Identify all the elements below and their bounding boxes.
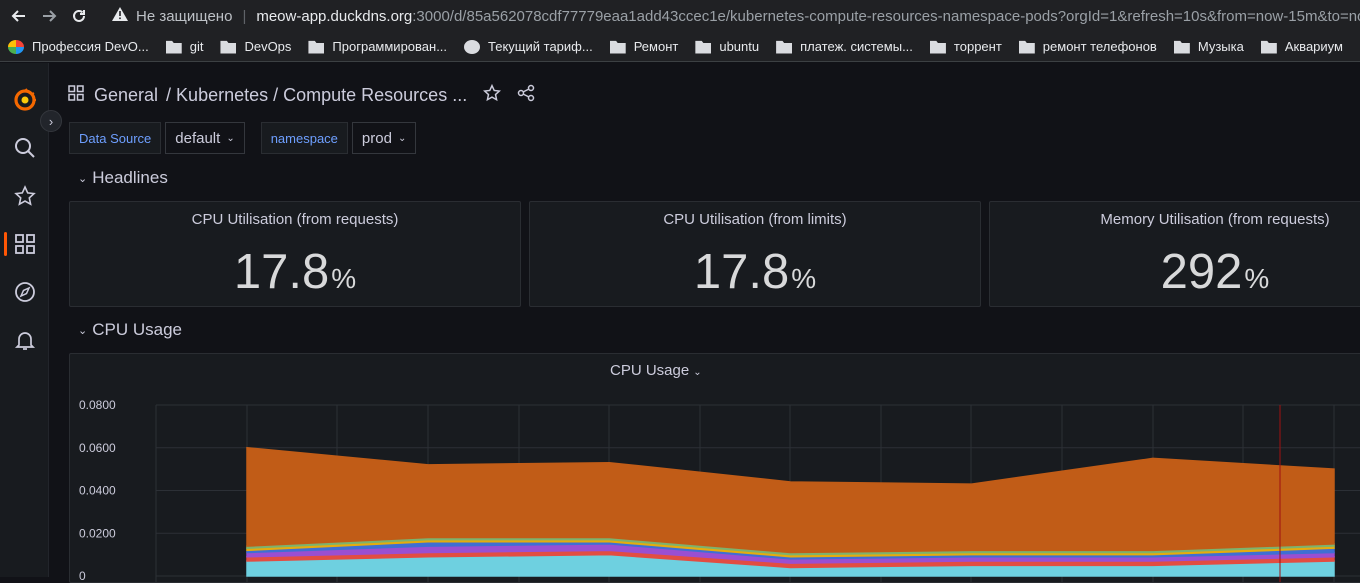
stat-value: 17.8% bbox=[70, 244, 520, 300]
stat-number: 292 bbox=[1161, 245, 1243, 299]
row-headlines[interactable]: ⌄ Headlines bbox=[78, 168, 168, 188]
stat-title: CPU Utilisation (from limits) bbox=[530, 211, 980, 228]
namespace-select[interactable]: prod ⌄ bbox=[352, 122, 416, 154]
bookmark-label: Текущий тариф... bbox=[488, 39, 593, 54]
bookmark-item[interactable]: DevOps bbox=[220, 39, 291, 54]
bookmark-item[interactable]: Ремонт bbox=[610, 39, 679, 54]
stat-panel-memory-requests[interactable]: Memory Utilisation (from requests) 292% bbox=[989, 201, 1360, 307]
side-menu bbox=[0, 63, 49, 577]
bookmark-label: DevOps bbox=[244, 39, 291, 54]
folder-icon bbox=[166, 40, 182, 54]
bookmark-label: Ремонт bbox=[634, 39, 679, 54]
insecure-label: Не защищено bbox=[136, 8, 232, 25]
favorite-star-icon[interactable] bbox=[483, 84, 501, 107]
bookmark-label: платеж. системы... bbox=[800, 39, 913, 54]
dashboard-grid-icon bbox=[68, 85, 84, 106]
row-title-headlines: Headlines bbox=[92, 168, 168, 188]
row-title-cpu-usage: CPU Usage bbox=[92, 320, 182, 340]
folder-icon bbox=[695, 40, 711, 54]
folder-icon bbox=[220, 40, 236, 54]
back-arrow-icon[interactable] bbox=[4, 0, 34, 32]
browser-address-bar: Не защищено | meow-app.duckdns.org:3000/… bbox=[0, 0, 1360, 32]
stat-number: 17.8 bbox=[234, 245, 329, 299]
stat-number: 17.8 bbox=[694, 245, 789, 299]
globe-icon bbox=[464, 40, 480, 54]
bookmark-label: торрент bbox=[954, 39, 1002, 54]
chevron-down-icon: ⌄ bbox=[78, 324, 87, 337]
star-icon[interactable] bbox=[12, 183, 37, 208]
cpu-usage-chart: 0.0800 0.0600 0.0400 0.0200 0 bbox=[70, 354, 1360, 583]
stat-title: CPU Utilisation (from requests) bbox=[70, 211, 520, 228]
folder-icon bbox=[930, 40, 946, 54]
bookmark-item[interactable]: ремонт телефонов bbox=[1019, 39, 1157, 54]
separator: | bbox=[242, 8, 246, 25]
y-tick-label: 0 bbox=[79, 569, 86, 583]
chevron-down-icon: ⌄ bbox=[226, 133, 234, 144]
bookmark-item[interactable]: git bbox=[166, 39, 204, 54]
chevron-down-icon: ⌄ bbox=[78, 172, 87, 185]
y-tick-label: 0.0600 bbox=[79, 441, 116, 455]
datasource-select[interactable]: default ⌄ bbox=[165, 122, 244, 154]
folder-icon bbox=[308, 40, 324, 54]
folder-icon bbox=[610, 40, 626, 54]
stat-unit: % bbox=[791, 263, 816, 294]
bookmark-label: git bbox=[190, 39, 204, 54]
bookmark-item[interactable]: торрент bbox=[930, 39, 1002, 54]
bookmark-label: Профессия DevO... bbox=[32, 39, 149, 54]
y-tick-label: 0.0200 bbox=[79, 526, 116, 540]
stat-panel-cpu-requests[interactable]: CPU Utilisation (from requests) 17.8% bbox=[69, 201, 521, 307]
bookmark-label: Музыка bbox=[1198, 39, 1244, 54]
breadcrumb-folder[interactable]: General bbox=[94, 85, 158, 106]
search-icon[interactable] bbox=[12, 135, 37, 160]
chevron-down-icon: ⌄ bbox=[398, 133, 406, 144]
variables-bar: Data Source default ⌄ namespace prod ⌄ bbox=[69, 122, 416, 154]
stat-value: 17.8% bbox=[530, 244, 980, 300]
grafana-logo-icon[interactable] bbox=[12, 87, 37, 112]
bookmark-label: Программирован... bbox=[332, 39, 447, 54]
folder-icon bbox=[1019, 40, 1035, 54]
active-indicator bbox=[4, 232, 7, 256]
forward-arrow-icon[interactable] bbox=[34, 0, 64, 32]
profession-icon bbox=[8, 40, 24, 54]
namespace-label: namespace bbox=[261, 122, 348, 154]
bookmarks-bar: Профессия DevO... git DevOps Программирован… bbox=[0, 32, 1360, 62]
graph-panel-cpu-usage[interactable]: CPU Usage⌄ 0.08000.06000.04000.02000 bbox=[69, 353, 1360, 583]
stat-unit: % bbox=[1244, 263, 1269, 294]
page-title[interactable]: / Kubernetes / Compute Resources ... bbox=[166, 85, 467, 106]
url-bar[interactable]: Не защищено | meow-app.duckdns.org:3000/… bbox=[104, 3, 1360, 29]
dashboards-icon[interactable] bbox=[12, 231, 37, 256]
bookmark-label: ubuntu bbox=[719, 39, 759, 54]
bookmark-item[interactable]: Музыка bbox=[1174, 39, 1244, 54]
url-path: :3000/d/85a562078cdf77779eaa1add43ccec1e… bbox=[412, 8, 1360, 25]
bookmark-item[interactable]: Текущий тариф... bbox=[464, 39, 593, 54]
bookmark-label: Аквариум bbox=[1285, 39, 1343, 54]
bookmark-item[interactable]: ubuntu bbox=[695, 39, 759, 54]
folder-icon bbox=[776, 40, 792, 54]
url-host: meow-app.duckdns.org bbox=[256, 8, 412, 25]
stat-unit: % bbox=[331, 263, 356, 294]
bookmark-item[interactable]: Аквариум bbox=[1261, 39, 1343, 54]
stat-panel-cpu-limits[interactable]: CPU Utilisation (from limits) 17.8% bbox=[529, 201, 981, 307]
dashboard-header: General / Kubernetes / Compute Resources… bbox=[68, 83, 535, 107]
y-tick-label: 0.0400 bbox=[79, 484, 116, 498]
dashboard-main: General / Kubernetes / Compute Resources… bbox=[50, 63, 1360, 577]
bookmark-item[interactable]: Программирован... bbox=[308, 39, 447, 54]
bookmark-item[interactable]: платеж. системы... bbox=[776, 39, 913, 54]
bookmark-item[interactable]: Профессия DevO... bbox=[8, 39, 149, 54]
bookmark-label: ремонт телефонов bbox=[1043, 39, 1157, 54]
folder-icon bbox=[1261, 40, 1277, 54]
stat-value: 292% bbox=[990, 244, 1360, 300]
datasource-label: Data Source bbox=[69, 122, 161, 154]
reload-icon[interactable] bbox=[64, 0, 94, 32]
row-cpu-usage[interactable]: ⌄ CPU Usage bbox=[78, 320, 182, 340]
folder-icon bbox=[1174, 40, 1190, 54]
warning-icon bbox=[112, 7, 128, 25]
namespace-value: prod bbox=[362, 130, 392, 147]
compass-icon[interactable] bbox=[12, 279, 37, 304]
stat-title: Memory Utilisation (from requests) bbox=[990, 211, 1360, 228]
bell-icon[interactable] bbox=[12, 327, 37, 352]
datasource-value: default bbox=[175, 130, 220, 147]
share-icon[interactable] bbox=[517, 84, 535, 107]
y-tick-label: 0.0800 bbox=[79, 398, 116, 412]
